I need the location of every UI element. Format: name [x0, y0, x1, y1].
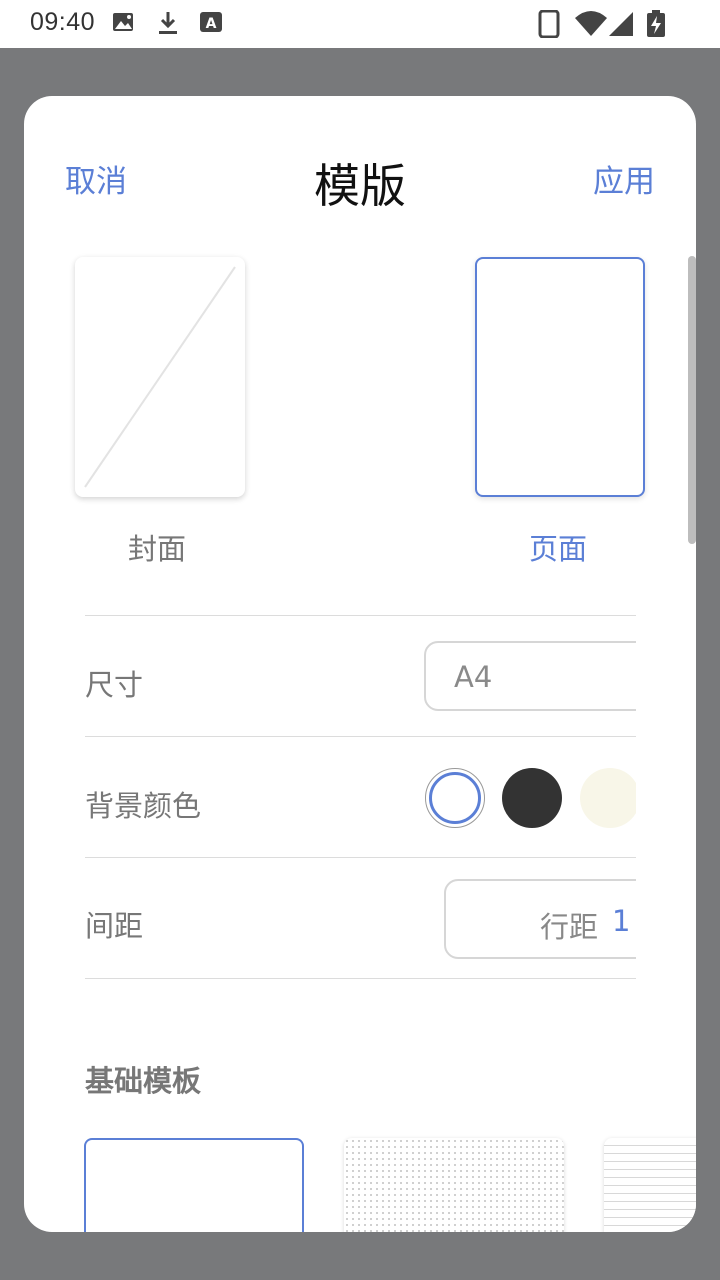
- divider: [85, 978, 636, 979]
- divider: [85, 736, 636, 737]
- wifi-icon: [574, 10, 608, 42]
- divider: [85, 615, 636, 616]
- template-dialog: 取消 模版 应用 封面 页面 尺寸 背景颜色 间距 A4 行距 1 基础模板: [24, 96, 696, 1232]
- apply-button[interactable]: 应用: [593, 156, 655, 201]
- line-spacing-select[interactable]: 行距 1: [444, 879, 636, 959]
- page-label: 页面: [529, 532, 588, 566]
- page-preview[interactable]: [475, 257, 645, 497]
- svg-text:A: A: [206, 16, 217, 32]
- template-blank[interactable]: [84, 1138, 304, 1232]
- cover-preview[interactable]: [75, 257, 245, 497]
- divider: [85, 857, 636, 858]
- download-icon: [156, 10, 180, 40]
- template-dotted[interactable]: [344, 1138, 564, 1232]
- size-select[interactable]: A4: [424, 641, 636, 711]
- swatch-cream[interactable]: [580, 768, 636, 828]
- scrollbar[interactable]: [688, 256, 696, 544]
- cover-label: 封面: [128, 532, 187, 566]
- gallery-icon: [112, 10, 136, 38]
- swatch-dark[interactable]: [502, 768, 562, 828]
- cover-diagonal-line: [84, 266, 236, 488]
- line-spacing-value: 1: [612, 904, 631, 938]
- size-value: A4: [454, 660, 493, 694]
- signal-icon: [608, 10, 634, 42]
- battery-charging-icon: [646, 10, 666, 42]
- line-spacing-key: 行距: [540, 910, 599, 944]
- size-label: 尺寸: [85, 668, 144, 702]
- swatch-white[interactable]: [425, 768, 485, 828]
- font-a-icon: A: [200, 10, 222, 38]
- status-bar: 09:40 A: [0, 0, 720, 48]
- background-color-label: 背景颜色: [85, 789, 202, 823]
- base-templates-title: 基础模板: [85, 1064, 202, 1098]
- phone-icon: [538, 9, 560, 42]
- status-time: 09:40: [30, 8, 96, 36]
- template-lined[interactable]: [604, 1138, 696, 1232]
- spacing-label: 间距: [85, 909, 144, 943]
